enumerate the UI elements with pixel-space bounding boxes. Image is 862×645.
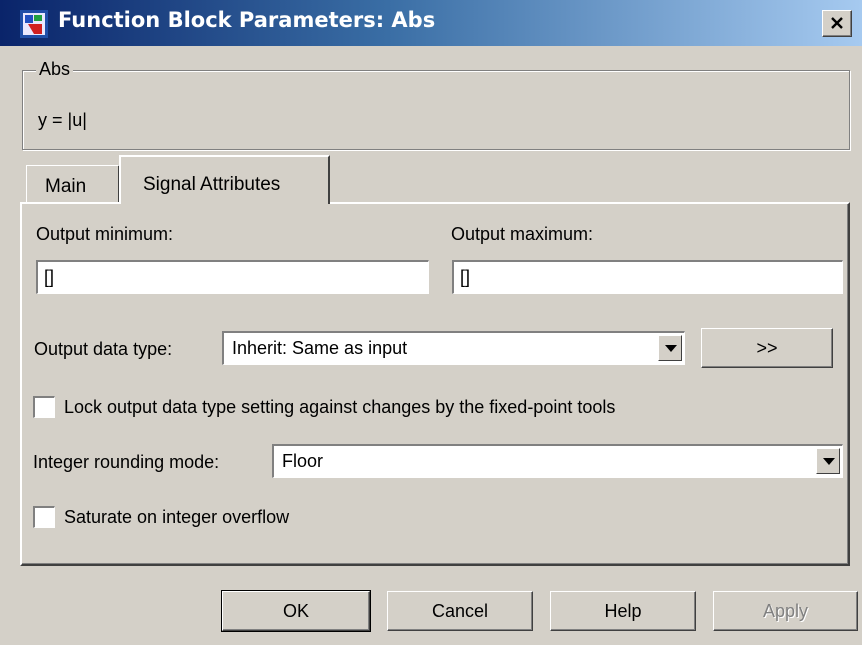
output-data-type-label: Output data type:: [34, 339, 173, 359]
output-minimum-field[interactable]: []: [36, 260, 429, 294]
help-button-label: Help: [604, 601, 642, 621]
title-bar[interactable]: Function Block Parameters: Abs: [0, 0, 862, 46]
ok-button[interactable]: OK: [221, 590, 371, 632]
simulink-block-icon: [20, 10, 48, 38]
output-minimum-label: Output minimum:: [36, 224, 174, 244]
ok-button-label: OK: [282, 601, 309, 621]
lock-data-type-label: Lock output data type setting against ch…: [64, 397, 616, 417]
block-description-group: [22, 70, 850, 150]
output-maximum-label: Output maximum:: [451, 224, 594, 244]
block-description: y = |u|: [38, 110, 87, 130]
apply-button-label: Apply: [762, 601, 809, 621]
dialog-window: Function Block Parameters: Abs Abs y = |…: [0, 0, 862, 645]
window-title: Function Block Parameters: Abs: [58, 8, 436, 32]
saturate-overflow-checkbox[interactable]: [33, 506, 55, 528]
active-tab-join: [121, 200, 328, 205]
lock-data-type-checkbox[interactable]: [33, 396, 55, 418]
chevron-down-icon: [665, 345, 677, 352]
saturate-overflow-label: Saturate on integer overflow: [64, 507, 290, 527]
output-data-type-dropdown-button[interactable]: [658, 335, 682, 361]
tab-main-label: Main: [45, 176, 87, 197]
integer-rounding-mode-select[interactable]: Floor: [272, 444, 843, 478]
tab-signal-attributes[interactable]: Signal Attributes: [119, 155, 330, 204]
group-title: Abs: [36, 59, 74, 80]
output-maximum-field[interactable]: []: [452, 260, 843, 294]
apply-button[interactable]: Apply: [713, 591, 858, 631]
output-maximum-value: []: [460, 267, 471, 287]
cancel-button-label: Cancel: [431, 601, 489, 621]
chevron-down-icon: [823, 458, 835, 465]
output-minimum-value: []: [44, 267, 55, 287]
data-type-assistant-button[interactable]: >>: [701, 328, 833, 368]
help-button[interactable]: Help: [550, 591, 696, 631]
tab-signal-attributes-label: Signal Attributes: [143, 174, 281, 195]
tab-main[interactable]: Main: [26, 165, 120, 203]
output-data-type-select[interactable]: Inherit: Same as input: [222, 331, 685, 365]
cancel-button[interactable]: Cancel: [387, 591, 533, 631]
data-type-assistant-label: >>: [756, 338, 778, 358]
integer-rounding-mode-value: Floor: [282, 451, 324, 471]
close-button[interactable]: [822, 10, 852, 37]
integer-rounding-mode-dropdown-button[interactable]: [816, 448, 840, 474]
integer-rounding-mode-label: Integer rounding mode:: [33, 452, 220, 472]
output-data-type-value: Inherit: Same as input: [232, 338, 408, 358]
close-icon: [831, 17, 843, 29]
